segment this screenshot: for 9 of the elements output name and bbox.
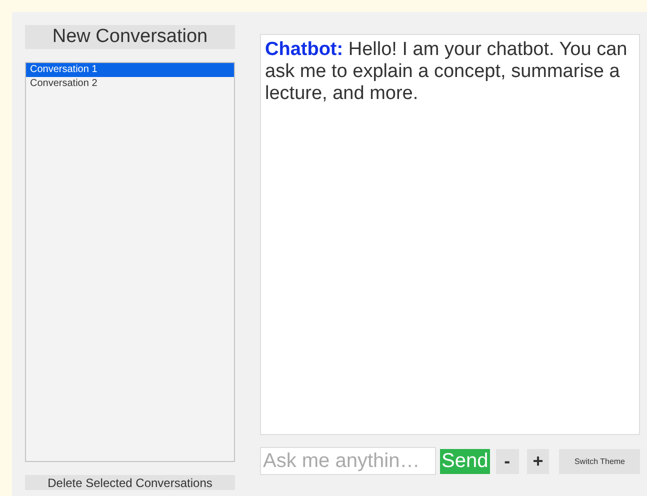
new-conversation-button[interactable]: New Conversation xyxy=(25,25,235,49)
message-input[interactable]: Ask me anythin… xyxy=(260,447,436,475)
increase-button[interactable]: + xyxy=(526,448,550,474)
decrease-button[interactable]: - xyxy=(496,448,519,474)
chat-message: Chatbot: Hello! I am your chatbot. You can ask me to explain a concept, summarise a lecture, and more. xyxy=(265,39,628,105)
conversation-item[interactable]: Conversation 2 xyxy=(26,77,234,91)
switch-theme-button[interactable]: Switch Theme xyxy=(559,448,640,474)
delete-conversations-button[interactable]: Delete Selected Conversations xyxy=(25,475,235,490)
conversation-item[interactable]: Conversation 1 xyxy=(26,63,234,77)
